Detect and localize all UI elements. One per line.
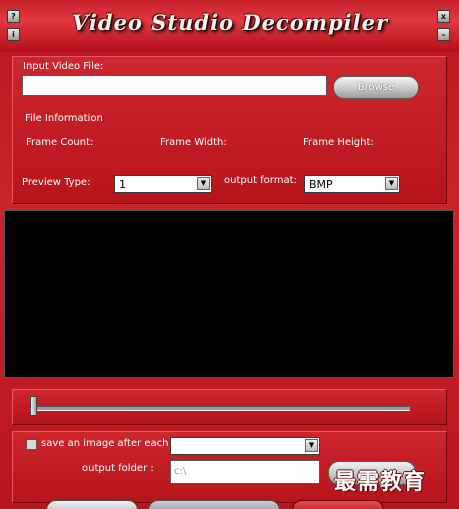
watermark-text: 最需教育 — [334, 470, 427, 495]
frame-slider-thumb[interactable] — [30, 396, 37, 416]
action-button-3[interactable] — [292, 500, 384, 509]
output-format-select[interactable]: BMP ▼ — [304, 175, 400, 193]
preview-type-label: Preview Type: — [22, 177, 91, 188]
help-icon[interactable]: ? — [7, 10, 20, 23]
output-format-value: BMP — [309, 178, 333, 191]
chevron-down-icon[interactable]: ▼ — [197, 177, 210, 190]
browse-button[interactable]: Browse — [333, 76, 419, 99]
frame-width-label: Frame Width: — [160, 137, 227, 148]
frame-slider-track[interactable] — [32, 406, 410, 411]
save-interval-select[interactable]: ▼ — [170, 437, 320, 455]
frame-height-label: Frame Height: — [303, 137, 374, 148]
app-window: Video Studio Decompiler ? i x – Input Vi… — [0, 0, 459, 509]
input-video-field[interactable] — [22, 75, 327, 96]
frame-count-label: Frame Count: — [26, 137, 94, 148]
chevron-down-icon[interactable]: ▼ — [305, 439, 318, 452]
action-button-1[interactable] — [46, 500, 138, 509]
save-image-label: save an image after each : — [41, 438, 176, 449]
output-folder-label: output folder : — [82, 463, 154, 474]
minimize-icon[interactable]: – — [437, 28, 450, 41]
output-folder-field[interactable]: c:\ — [170, 460, 320, 484]
file-information-heading: File Information — [25, 113, 103, 124]
input-video-label: Input Video File: — [23, 61, 104, 72]
close-icon[interactable]: x — [437, 10, 450, 23]
window-title: Video Studio Decompiler — [71, 10, 389, 35]
save-image-checkbox[interactable] — [26, 439, 37, 450]
preview-type-value: 1 — [119, 178, 126, 191]
output-format-label: output format: — [224, 175, 297, 186]
output-folder-value: c:\ — [174, 466, 187, 477]
video-preview — [4, 210, 454, 378]
action-button-2[interactable] — [148, 500, 280, 509]
chevron-down-icon[interactable]: ▼ — [385, 177, 398, 190]
info-icon[interactable]: i — [7, 28, 20, 41]
preview-type-select[interactable]: 1 ▼ — [114, 175, 212, 193]
